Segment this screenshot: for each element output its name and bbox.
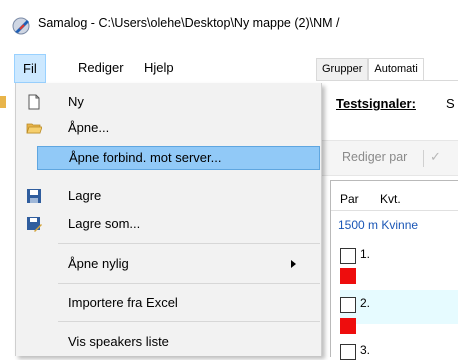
menu-hjelp[interactable]: Hjelp [136,54,182,82]
app-icon [12,17,30,35]
menu-item-label: Åpne nylig [68,256,129,271]
menu-separator [58,321,320,322]
row-checkbox[interactable] [340,248,356,264]
column-header-par[interactable]: Par [340,192,359,206]
menu-item-label: Ny [68,94,84,109]
menu-item-apne-nylig[interactable]: Åpne nylig [16,251,321,277]
rediger-par-button[interactable]: Rediger par [342,150,407,164]
file-menu-dropdown: Ny Åpne... Åpne forbind. mot server... L… [15,83,322,356]
event-link[interactable]: 1500 m Kvinne [338,218,418,232]
menu-item-ny[interactable]: Ny [16,89,321,115]
menu-item-label: Lagre som... [68,216,141,231]
menu-item-label: Åpne... [68,120,110,135]
check-icon[interactable]: ✓ [430,150,441,165]
column-header-kvt[interactable]: Kvt. [380,192,401,206]
new-file-icon [28,94,40,110]
menu-item-lagre[interactable]: Lagre [16,183,321,209]
title-bar: Samalog - C:\Users\olehe\Desktop\Ny mapp… [0,0,458,48]
tab-strip: Grupper Automati [316,58,424,81]
row-checkbox[interactable] [340,297,356,313]
status-red-indicator [340,268,356,284]
menu-item-label: Importere fra Excel [68,295,178,310]
testsignaler-value: S [446,96,455,111]
menu-item-label: Åpne forbind. mot server... [69,150,222,165]
menu-fil[interactable]: Fil [14,54,46,83]
save-as-icon [27,217,42,232]
left-edge [0,84,15,356]
tab-grupper[interactable]: Grupper [316,58,369,81]
row-label: 1. [360,247,371,261]
menu-bar: Fil Rediger Hjelp [0,54,316,84]
row-checkbox[interactable] [340,344,356,360]
folder-icon [0,96,6,108]
save-icon [27,189,41,203]
menu-item-importere-excel[interactable]: Importere fra Excel [16,290,321,316]
tab-divider [316,80,458,81]
menu-separator [58,283,320,284]
row-highlight [340,290,458,324]
menu-item-label: Lagre [68,188,102,203]
toolbar-separator [423,150,424,167]
row-label: 2. [360,296,371,310]
window-title: Samalog - C:\Users\olehe\Desktop\Ny mapp… [38,16,340,30]
menu-separator [58,243,320,244]
open-folder-icon [26,123,42,134]
menu-item-apne-forbind[interactable]: Åpne forbind. mot server... [37,146,320,170]
menu-item-vis-speakers[interactable]: Vis speakers liste [16,329,321,355]
grid-header-line [331,210,458,211]
menu-item-label: Vis speakers liste [68,334,169,349]
menu-item-lagre-som[interactable]: Lagre som... [16,211,321,237]
menu-item-apne[interactable]: Åpne... [16,115,321,141]
testsignaler-label: Testsignaler: [336,96,416,111]
status-red-indicator [340,318,356,334]
submenu-arrow-icon [291,260,296,268]
tab-automati[interactable]: Automati [368,58,424,81]
menu-rediger[interactable]: Rediger [70,54,132,82]
row-label: 3. [360,343,371,357]
